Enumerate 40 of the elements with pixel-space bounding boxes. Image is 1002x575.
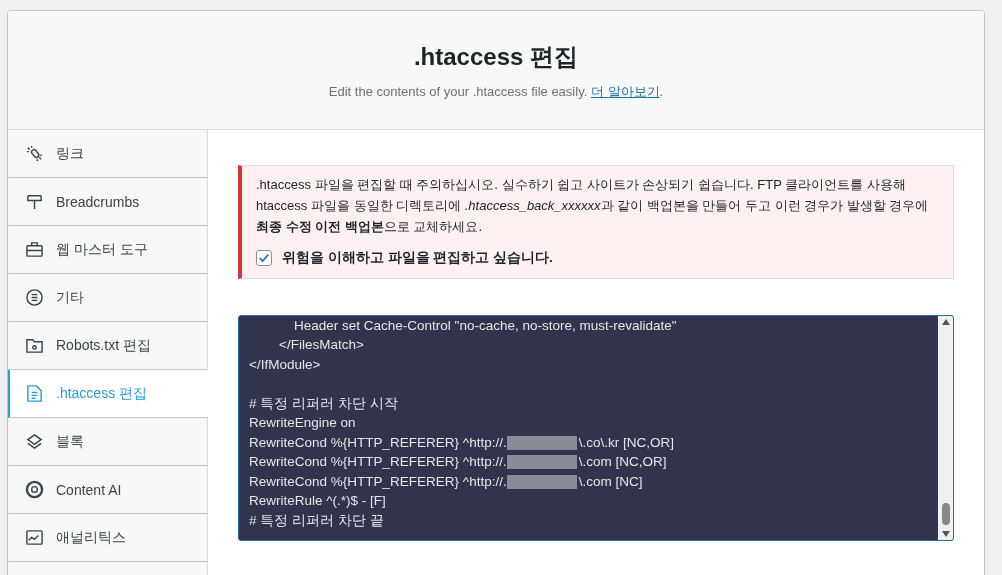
sidebar-item[interactable]: Content AI (8, 466, 207, 514)
code-line: \.com [NC] (578, 472, 643, 491)
learn-more-link[interactable]: 더 알아보기 (590, 84, 660, 99)
folder-icon (25, 336, 44, 355)
file-icon (25, 384, 44, 403)
confirm-label: 위험을 이해하고 파일을 편집하고 싶습니다. (282, 249, 553, 267)
code-line: \.co\.kr [NC,OR] (578, 433, 674, 452)
code-line: \.com [NC,OR] (578, 453, 667, 472)
code-line: RewriteCond %{HTTP_REFERER} ^http://. (249, 453, 507, 472)
code-line: RewriteEngine on (249, 414, 356, 433)
signpost-icon (25, 192, 44, 211)
sidebar-item[interactable]: Breadcrumbs (8, 178, 207, 226)
sidebar-item[interactable]: 애널리틱스 (8, 514, 207, 562)
chart-icon (25, 528, 44, 547)
code-line: </IfModule> (249, 355, 321, 374)
link-icon (25, 144, 44, 163)
code-line: # 특정 리퍼러 차단 시작 (249, 394, 398, 413)
code-line: RewriteRule ^(.*)$ - [F] (249, 492, 386, 511)
scroll-down-icon[interactable] (941, 531, 950, 537)
sidebar-item[interactable]: 블록 (8, 418, 207, 466)
page-subtitle: Edit the contents of your .htaccess file easily. (328, 84, 588, 99)
code-line: RewriteCond %{HTTP_REFERER} ^http://. (249, 433, 507, 452)
code-line: </FilesMatch> (278, 336, 364, 355)
sidebar-item[interactable]: 링크 (8, 130, 207, 178)
code-line: Header set Cache-Control "no-cache, no-store, must-revalidate" (293, 316, 677, 335)
layers-icon (25, 432, 44, 451)
warning-text: .htaccess 파일을 편집할 때 주의하십시오. 실수하기 쉽고 사이트가 손상되기 쉽습니다. FTP 클라이언트를 사용해 htaccess 파일을 동일한 디렉토리에 .htaccess_back_xxxxxx과 같이 백업본을 만들어 두고 이런 경우가 발생할 경우에 최종 수정 이전 백업본으로 교체하세요. (256, 176, 930, 236)
list-circle-icon (25, 288, 44, 307)
sidebar-item[interactable]: 웹 마스터 도구 (8, 226, 207, 274)
scroll-up-icon[interactable] (941, 319, 950, 325)
briefcase-icon (25, 240, 44, 259)
code-editor[interactable] (238, 315, 954, 541)
code-line: RewriteCond %{HTTP_REFERER} ^http://. (249, 472, 507, 491)
scrollbar[interactable] (938, 316, 953, 540)
page-title: .htaccess 편집 (412, 42, 580, 72)
scroll-thumb[interactable] (941, 503, 950, 525)
confirm-checkbox[interactable] (256, 249, 272, 266)
period-text: . (659, 84, 664, 99)
code-line: # 특정 리퍼러 차단 끝 (249, 511, 384, 530)
sidebar-item[interactable]: 기타 (8, 274, 207, 322)
